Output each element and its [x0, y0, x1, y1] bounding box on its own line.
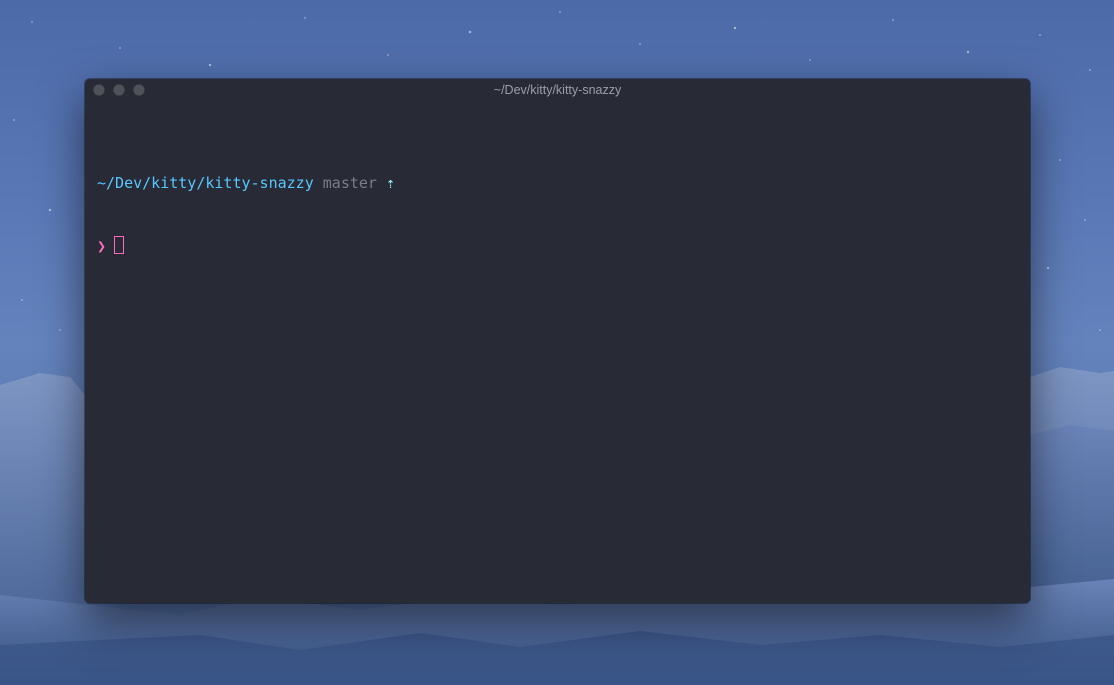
input-line[interactable]: ❯	[97, 236, 395, 257]
window-titlebar[interactable]: ~/Dev/kitty/kitty-snazzy	[85, 79, 1030, 101]
text-cursor	[114, 236, 125, 254]
window-title: ~/Dev/kitty/kitty-snazzy	[493, 83, 622, 97]
git-branch: master	[322, 174, 377, 192]
git-ahead-icon: ⇡	[386, 174, 396, 192]
terminal-output[interactable]: ~/Dev/kitty/kitty-snazzy master ⇡ ❯	[97, 131, 395, 299]
prompt-line: ~/Dev/kitty/kitty-snazzy master ⇡	[97, 173, 395, 194]
current-path: ~/Dev/kitty/kitty-snazzy	[97, 174, 314, 192]
prompt-chevron-icon: ❯	[97, 237, 107, 255]
terminal-window[interactable]: ~/Dev/kitty/kitty-snazzy ~/Dev/kitty/kit…	[85, 79, 1030, 603]
